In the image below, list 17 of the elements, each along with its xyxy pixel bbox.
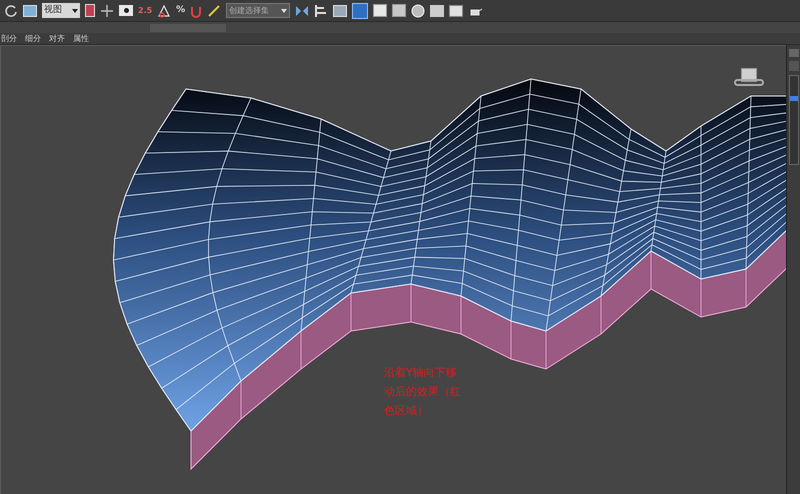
angle-snap-icon[interactable] (157, 4, 172, 18)
align-icon[interactable] (314, 4, 328, 18)
camera-icon[interactable] (119, 5, 133, 16)
material-sphere-icon[interactable] (411, 4, 426, 18)
annotation-text: 沿着Y轴向下移 动后的效果（红 色区域） (384, 365, 461, 419)
caret-icon (281, 8, 288, 12)
percent-snap-toggle[interactable]: % (176, 4, 186, 18)
view-dropdown[interactable]: 视图 (42, 3, 80, 18)
ribbon-tab[interactable]: 细分 (24, 33, 42, 44)
move-icon[interactable] (100, 4, 114, 18)
viewcube-icon[interactable] (734, 68, 764, 86)
pencil-icon[interactable] (207, 4, 222, 18)
caret-icon (72, 8, 78, 12)
ribbon-tab[interactable]: 剖分 (0, 33, 18, 44)
ribbon-tab[interactable]: 对齐 (48, 33, 66, 44)
ribbon-tab[interactable]: 属性 (72, 33, 90, 44)
mirror-icon[interactable] (295, 4, 310, 18)
